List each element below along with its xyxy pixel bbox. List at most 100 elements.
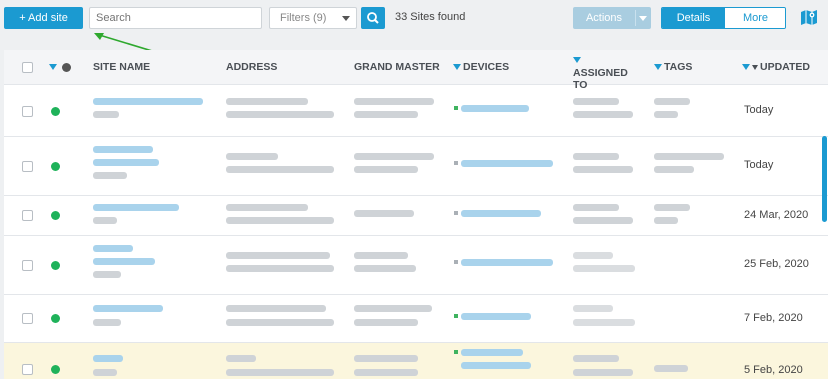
view-toggle: Details More	[661, 7, 786, 29]
assigned-to-value	[573, 305, 613, 312]
table-row[interactable]: 24 Mar, 2020	[4, 196, 828, 236]
site-name-link[interactable]	[93, 159, 159, 166]
device-link[interactable]	[461, 210, 541, 217]
updated-value: 24 Mar, 2020	[744, 209, 809, 221]
site-name-link[interactable]	[93, 204, 179, 211]
device-status-icon	[454, 260, 458, 264]
status-dot-icon	[51, 107, 60, 116]
row-checkbox[interactable]	[22, 313, 33, 324]
address-line	[226, 217, 334, 224]
device-status-icon	[454, 211, 458, 215]
row-checkbox[interactable]	[22, 106, 33, 117]
assigned-to-value	[573, 204, 619, 211]
address-line	[226, 98, 308, 105]
updated-value: 25 Feb, 2020	[744, 258, 809, 270]
assigned-to-value	[573, 355, 619, 362]
address-line	[226, 369, 334, 376]
address-line	[226, 153, 278, 160]
col-grand-master[interactable]: GRAND MASTER	[354, 50, 440, 85]
vertical-scrollbar[interactable]	[822, 136, 827, 222]
updated-value: Today	[744, 159, 774, 171]
table-row[interactable]: Today	[4, 86, 828, 137]
assigned-to-value	[573, 369, 633, 376]
device-link[interactable]	[461, 362, 531, 369]
site-name-link[interactable]	[93, 245, 133, 252]
grand-master-value	[354, 305, 432, 312]
assigned-to-value	[573, 98, 619, 105]
grand-master-value	[354, 252, 408, 259]
status-filter[interactable]	[49, 50, 71, 85]
search-button[interactable]	[361, 7, 385, 29]
row-checkbox[interactable]	[22, 161, 33, 172]
col-devices[interactable]: DEVICES	[453, 50, 509, 85]
assigned-to-value	[573, 265, 635, 272]
filter-icon	[49, 64, 57, 71]
device-status-icon	[454, 161, 458, 165]
col-site-name[interactable]: SITE NAME	[93, 50, 150, 85]
status-dot-icon	[62, 62, 71, 72]
table-header: SITE NAME ADDRESS GRAND MASTER DEVICES A…	[4, 50, 828, 91]
table-row[interactable]: 7 Feb, 2020	[4, 295, 828, 343]
grand-master-value	[354, 319, 418, 326]
status-dot-icon	[51, 314, 60, 323]
divider	[635, 10, 636, 26]
device-link[interactable]	[461, 160, 553, 167]
device-status-icon	[454, 350, 458, 354]
col-updated[interactable]: UPDATED	[742, 50, 810, 85]
status-dot-icon	[51, 365, 60, 374]
status-dot-icon	[51, 162, 60, 171]
view-more-button[interactable]: More	[725, 8, 785, 28]
grand-master-value	[354, 265, 416, 272]
sort-desc-icon	[752, 64, 758, 70]
site-name-link[interactable]	[93, 146, 153, 153]
col-assigned-to[interactable]: ASSIGNED TO	[573, 50, 633, 91]
map-icon[interactable]	[799, 7, 819, 27]
updated-value: 7 Feb, 2020	[744, 312, 803, 324]
row-checkbox[interactable]	[22, 260, 33, 271]
grand-master-value	[354, 153, 434, 160]
site-name-link[interactable]	[93, 355, 123, 362]
assigned-to-value	[573, 252, 613, 259]
site-name-link[interactable]	[93, 98, 203, 105]
row-checkbox[interactable]	[22, 210, 33, 221]
search-icon	[367, 12, 379, 24]
grand-master-value	[354, 210, 414, 217]
filters-dropdown[interactable]: Filters (9)	[269, 7, 357, 29]
assigned-to-value	[573, 153, 619, 160]
site-name-link[interactable]	[93, 258, 155, 265]
filters-label: Filters (9)	[280, 12, 327, 24]
col-tags[interactable]: TAGS	[654, 50, 692, 85]
site-name-link[interactable]	[93, 305, 163, 312]
filter-icon	[453, 64, 461, 71]
sites-found-count: 33 Sites found	[395, 11, 466, 23]
filter-icon	[742, 64, 750, 71]
grand-master-value	[354, 166, 418, 173]
select-all-checkbox[interactable]	[22, 62, 33, 73]
sites-table: SITE NAME ADDRESS GRAND MASTER DEVICES A…	[4, 50, 828, 379]
add-site-button[interactable]: + Add site	[4, 7, 83, 29]
updated-value: 5 Feb, 2020	[744, 364, 803, 376]
tag-value	[654, 153, 724, 160]
device-link[interactable]	[461, 105, 529, 112]
address-line	[226, 111, 334, 118]
grand-master-value	[354, 369, 418, 376]
grand-master-value	[354, 355, 418, 362]
col-address[interactable]: ADDRESS	[226, 50, 277, 85]
filter-icon	[573, 57, 581, 63]
site-id	[93, 319, 121, 326]
table-row[interactable]: 5 Feb, 2020	[4, 343, 828, 379]
grand-master-value	[354, 111, 418, 118]
updated-value: Today	[744, 104, 774, 116]
tag-value	[654, 365, 688, 372]
grand-master-value	[354, 98, 434, 105]
device-link[interactable]	[461, 313, 531, 320]
table-row[interactable]: 25 Feb, 2020	[4, 236, 828, 295]
device-link[interactable]	[461, 259, 553, 266]
table-row[interactable]: Today	[4, 137, 828, 196]
actions-dropdown[interactable]: Actions	[573, 7, 651, 29]
device-link[interactable]	[461, 349, 523, 356]
row-checkbox[interactable]	[22, 364, 33, 375]
address-line	[226, 166, 334, 173]
view-details-button[interactable]: Details	[662, 8, 725, 28]
search-input[interactable]	[89, 7, 262, 29]
